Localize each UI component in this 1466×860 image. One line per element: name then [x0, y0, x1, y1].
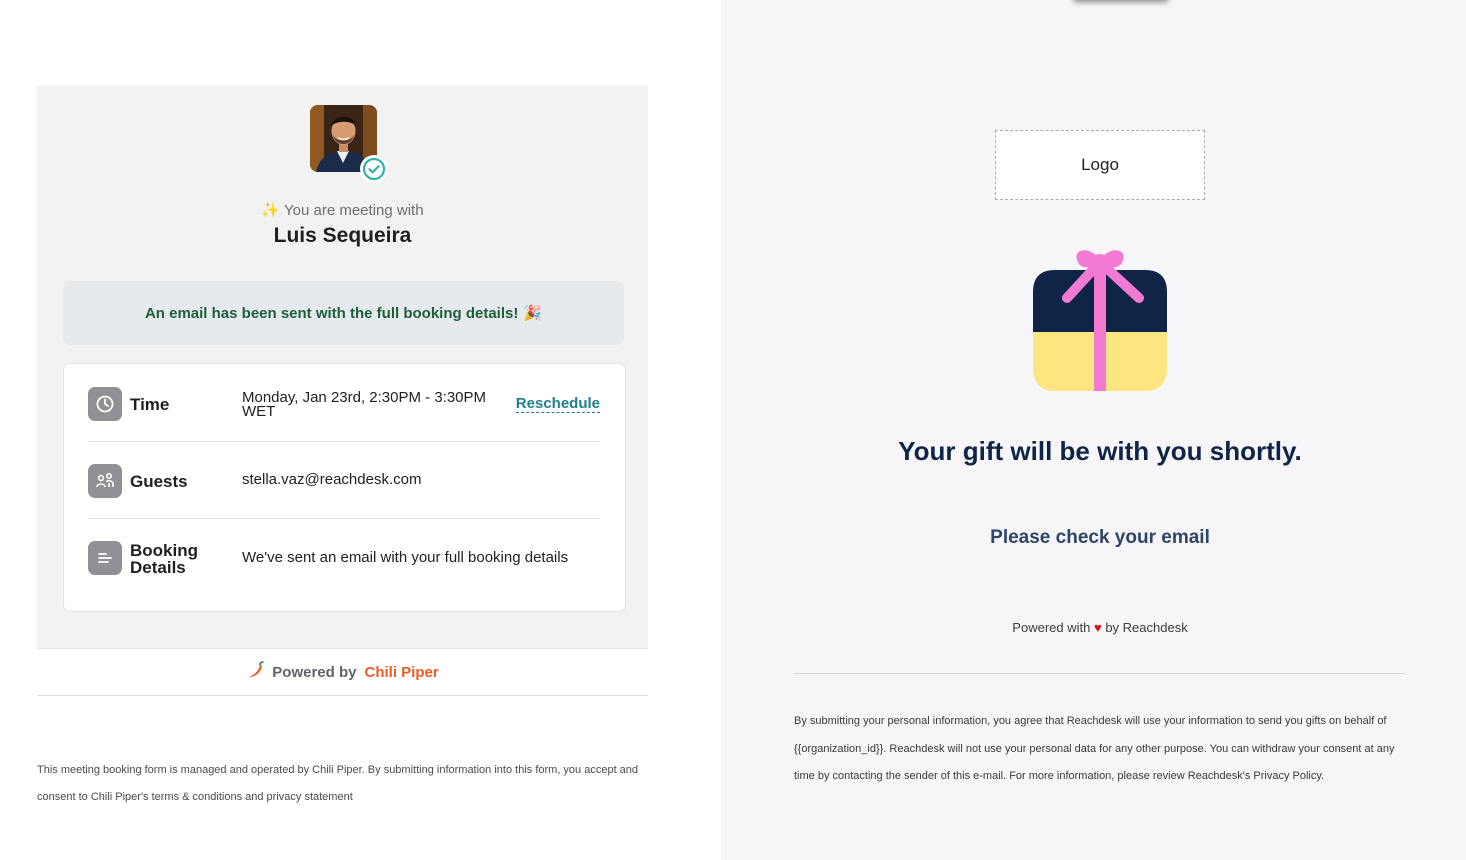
gift-title: Your gift will be with you shortly.	[898, 436, 1302, 466]
meeting-with-label: ✨ You are meeting with	[261, 202, 424, 219]
party-popper-icon: 🎉	[523, 305, 543, 322]
booking-details-row: Booking Details We've sent an email with…	[88, 518, 600, 595]
booking-details-label: Booking Details	[130, 541, 198, 577]
chili-pepper-icon	[246, 661, 265, 683]
gift-box-icon	[1031, 240, 1169, 394]
guests-label: Guests	[130, 472, 188, 491]
guests-icon	[88, 464, 122, 498]
time-row: Time Monday, Jan 23rd, 2:30PM - 3:30PM W…	[88, 364, 600, 442]
logo-placeholder: Logo	[995, 130, 1205, 200]
divider	[794, 673, 1405, 674]
chili-piper-brand: Chili Piper	[364, 663, 439, 681]
verified-check-icon	[360, 155, 388, 183]
booking-details-box: Time Monday, Jan 23rd, 2:30PM - 3:30PM W…	[63, 363, 626, 612]
gift-subtitle: Please check your email	[990, 527, 1210, 548]
booking-details-value: We've sent an email with your full booki…	[242, 549, 569, 566]
time-label: Time	[130, 395, 170, 414]
gift-legal-text: By submitting your personal information,…	[794, 715, 1395, 782]
powered-by-reachdesk[interactable]: Powered with ♥ by Reachdesk	[891, 620, 1309, 635]
gift-confirmation-panel: Logo Your gift will be with you shortly.…	[721, 0, 1466, 860]
guests-value: stella.vaz@reachdesk.com	[242, 471, 422, 488]
booking-card: ✨ You are meeting with Luis Sequeira An …	[37, 85, 648, 648]
sparkles-icon: ✨	[261, 202, 281, 219]
reschedule-link[interactable]: Reschedule	[515, 396, 600, 413]
time-value: Monday, Jan 23rd, 2:30PM - 3:30PM WET	[242, 389, 487, 420]
booking-legal-text: This meeting booking form is managed and…	[37, 764, 639, 803]
host-name: Luis Sequeira	[273, 224, 412, 247]
document-lines-icon	[88, 541, 122, 575]
clock-icon	[88, 387, 122, 421]
email-sent-banner: An email has been sent with the full boo…	[63, 281, 624, 345]
heart-icon: ♥	[1093, 620, 1102, 635]
booking-confirmation-panel: ✨ You are meeting with Luis Sequeira An …	[0, 0, 721, 860]
powered-by-chili-piper[interactable]: Powered by Chili Piper	[37, 648, 648, 696]
guests-row: Guests stella.vaz@reachdesk.com	[88, 441, 600, 519]
